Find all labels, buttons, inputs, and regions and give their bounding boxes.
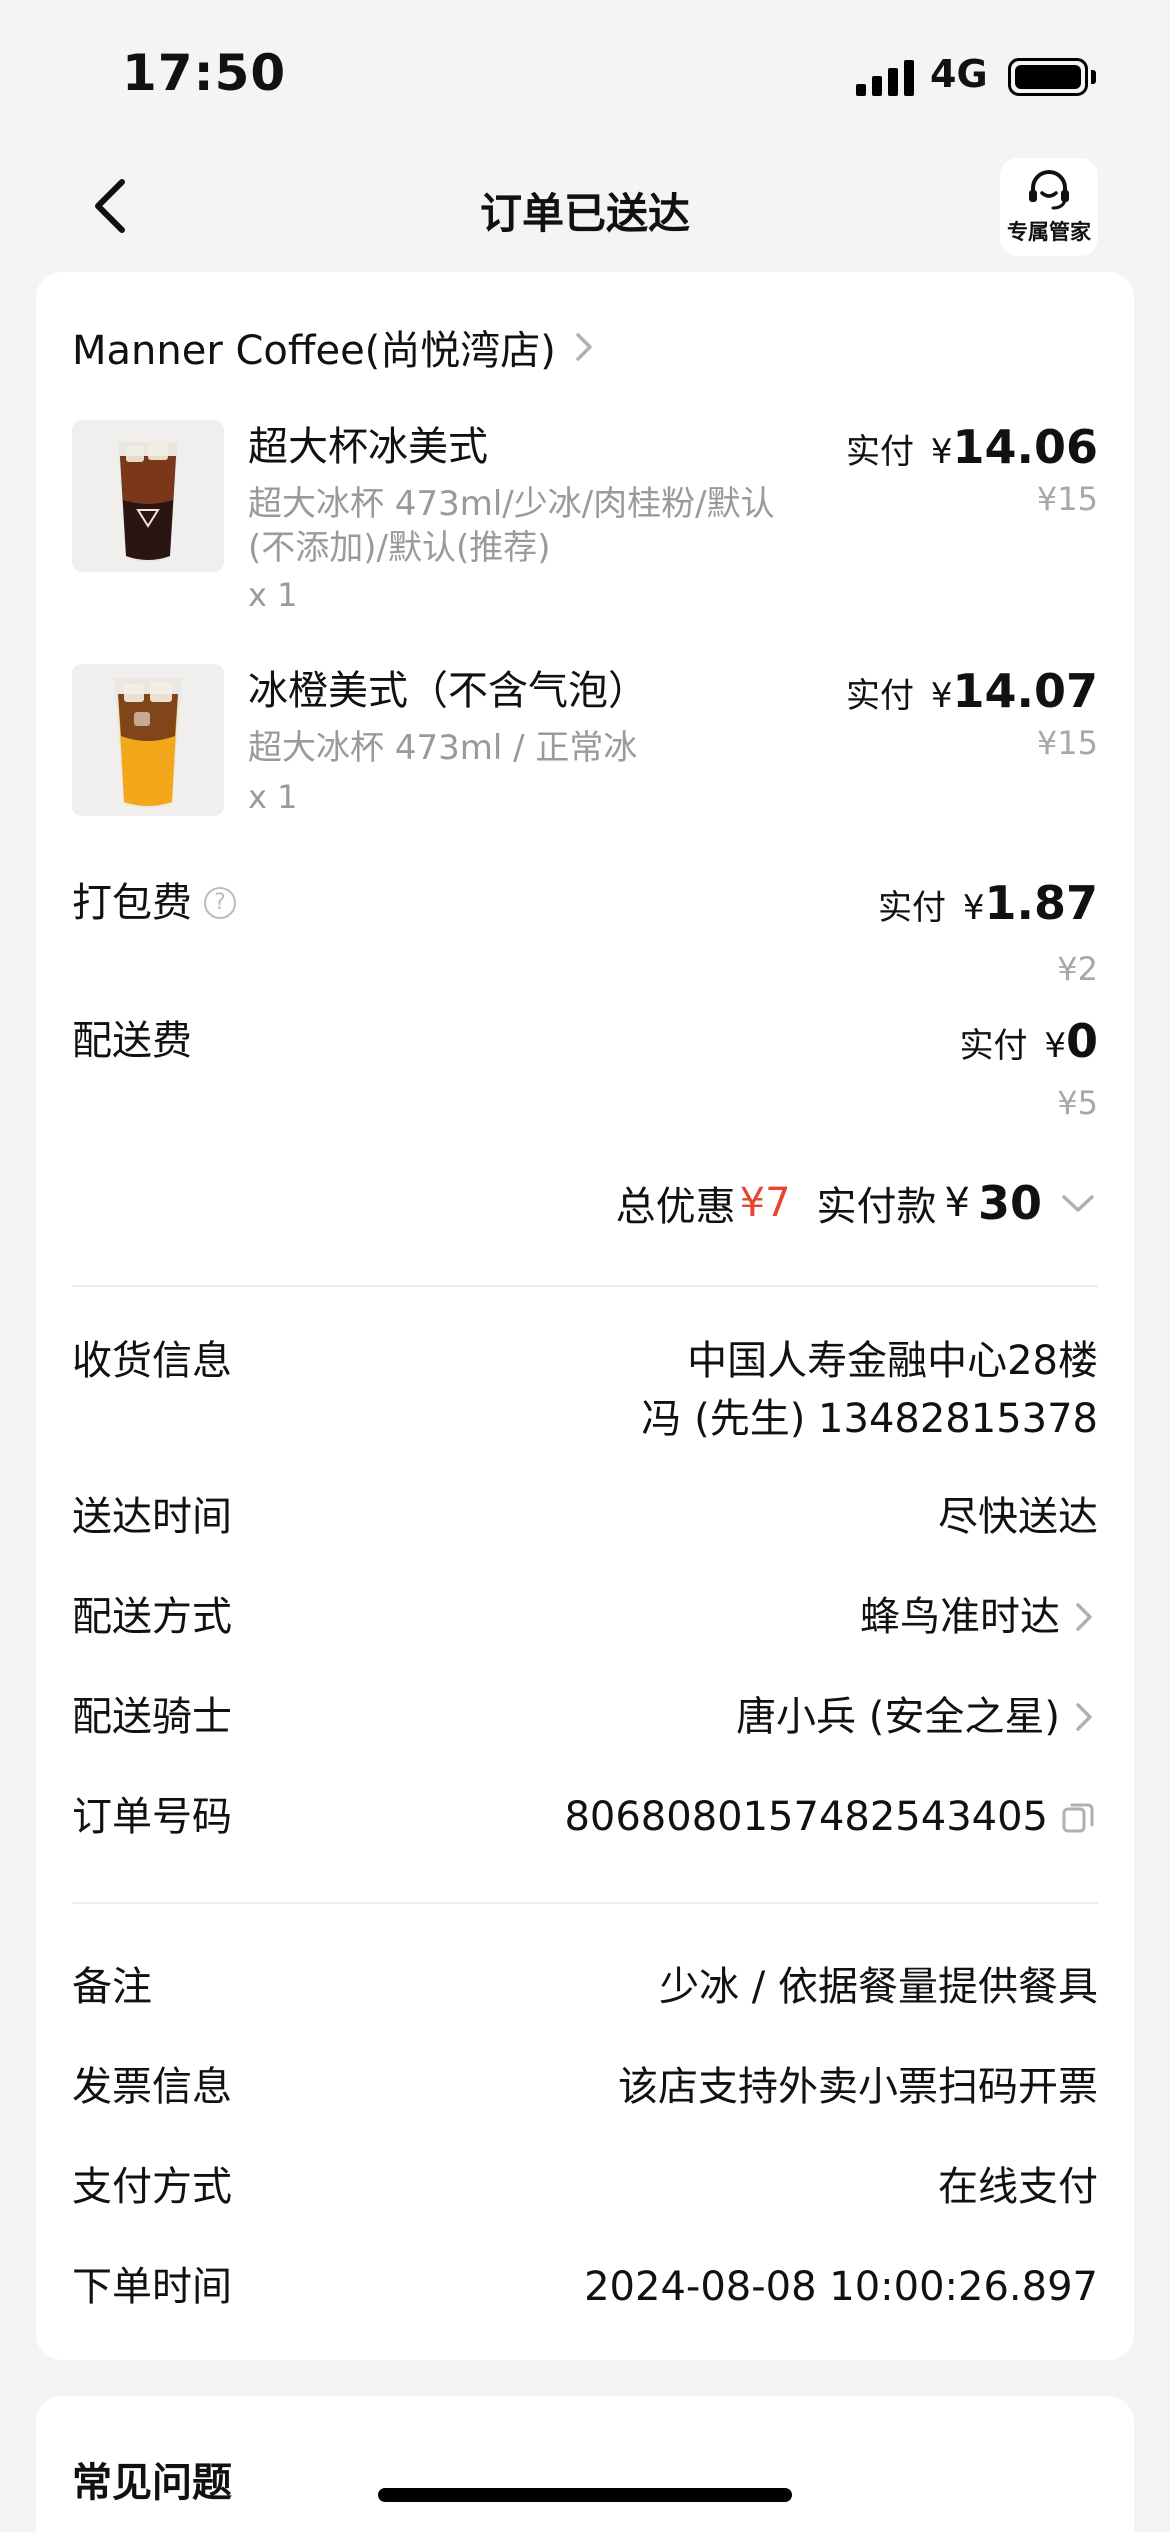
status-time: 17:50 [122, 44, 287, 102]
contact: 冯 (先生) 13482815378 [641, 1396, 1098, 1442]
info-value: 少冰 / 依据餐量提供餐具 [659, 1964, 1098, 2010]
order-item[interactable]: 超大杯冰美式 超大冰杯 473ml/少冰/肉桂粉/默认(不添加)/默认(推荐) … [72, 420, 1098, 620]
item-price: 实付 ¥14.07 ¥15 [846, 664, 1098, 763]
butler-button[interactable]: 专属管家 [1000, 158, 1098, 256]
faq-title: 常见问题 [72, 2460, 232, 2506]
network-type: 4G [930, 52, 988, 96]
paid-label: 实付 [846, 676, 915, 716]
item-qty: x 1 [248, 778, 298, 816]
info-label: 配送骑士 [72, 1694, 232, 1740]
delivery-time-row: 送达时间 尽快送达 [72, 1488, 1098, 1548]
chevron-right-icon [1076, 1703, 1092, 1731]
invoice-row: 发票信息 该店支持外卖小票扫码开票 [72, 2058, 1098, 2118]
info-label: 下单时间 [72, 2264, 232, 2310]
total-summary[interactable]: 总优惠 ¥7 实付款 ¥ 30 [616, 1174, 1098, 1232]
order-card: Manner Coffee(尚悦湾店) 超大杯冰美式 超大冰杯 473ml/少冰… [36, 272, 1134, 2360]
info-value: 8068080157482543405 [564, 1788, 1098, 1846]
note-row: 备注 少冰 / 依据餐量提供餐具 [72, 1958, 1098, 2018]
currency: ¥ [962, 888, 985, 928]
currency: ¥ [944, 1180, 970, 1226]
original-price: ¥15 [1036, 480, 1098, 518]
info-label: 配送方式 [72, 1594, 232, 1640]
address: 中国人寿金融中心28楼 [687, 1338, 1098, 1384]
info-label: 订单号码 [72, 1794, 232, 1840]
discount-label: 总优惠 [615, 1184, 736, 1230]
fee-price: 实付 ¥0 ¥5 [960, 1014, 1098, 1123]
butler-label: 专属管家 [1007, 220, 1091, 244]
signal-icon [856, 60, 914, 96]
info-label: 备注 [72, 1964, 152, 2010]
info-value: 尽快送达 [938, 1494, 1098, 1540]
battery-icon [1008, 58, 1088, 96]
order-time-row: 下单时间 2024-08-08 10:00:26.897 [72, 2258, 1098, 2318]
headset-icon [1029, 170, 1069, 210]
iced-orange-americano-image [72, 664, 224, 816]
chevron-right-icon [576, 333, 592, 361]
iced-americano-image [72, 420, 224, 572]
divider [72, 1902, 1098, 1904]
rider-row[interactable]: 配送骑士 唐小兵 (安全之星) [72, 1688, 1098, 1748]
address-row: 收货信息 中国人寿金融中心28楼 冯 (先生) 13482815378 [72, 1332, 1098, 1452]
paid-amount: 14.06 [952, 420, 1098, 474]
rider-name: 唐小兵 (安全之星) [736, 1694, 1060, 1740]
item-name: 冰橙美式（不含气泡） [248, 668, 648, 714]
back-button[interactable] [82, 174, 146, 238]
info-value: 蜂鸟准时达 [860, 1588, 1098, 1646]
faq-card: 常见问题 [36, 2396, 1134, 2532]
order-number: 8068080157482543405 [564, 1794, 1048, 1840]
currency: ¥ [1044, 1026, 1066, 1066]
nav-bar: 订单已送达 专属管家 [0, 150, 1170, 270]
fee-price: 实付 ¥1.87 ¥2 [878, 876, 1098, 989]
payment-row: 支付方式 在线支付 [72, 2158, 1098, 2218]
paid-amount: 0 [1065, 1014, 1098, 1068]
total-paid-amount: 30 [977, 1176, 1042, 1230]
info-value: 2024-08-08 10:00:26.897 [584, 2264, 1098, 2310]
paid-label: 实付 [846, 432, 915, 472]
chevron-right-icon [1076, 1603, 1092, 1631]
info-value: 中国人寿金融中心28楼 冯 (先生) 13482815378 [641, 1332, 1098, 1448]
discount-amount: ¥7 [739, 1180, 791, 1226]
info-label: 支付方式 [72, 2164, 232, 2210]
order-number-row: 订单号码 8068080157482543405 [72, 1788, 1098, 1848]
original-price: ¥5 [1057, 1084, 1098, 1122]
battery-tip [1091, 70, 1096, 84]
paid-label: 实付 [959, 1026, 1028, 1066]
paid-amount: 1.87 [984, 876, 1099, 930]
fee-label: 配送费 [72, 1018, 192, 1064]
order-item[interactable]: 冰橙美式（不含气泡） 超大冰杯 473ml / 正常冰 x 1 实付 ¥14.0… [72, 664, 1098, 824]
copy-icon[interactable] [1058, 1797, 1098, 1837]
page-title: 订单已送达 [479, 189, 690, 238]
info-value: 该店支持外卖小票扫码开票 [618, 2064, 1098, 2110]
currency: ¥ [930, 676, 953, 716]
item-spec: 超大冰杯 473ml/少冰/肉桂粉/默认(不添加)/默认(推荐) [248, 484, 775, 568]
info-label: 发票信息 [72, 2064, 232, 2110]
paid-amount: 14.07 [952, 664, 1098, 718]
original-price: ¥15 [1036, 724, 1098, 762]
original-price: ¥2 [1057, 950, 1098, 988]
chevron-left-icon [95, 179, 125, 233]
fee-label: 打包费 [72, 880, 192, 926]
help-icon[interactable]: ? [204, 887, 236, 919]
store-link[interactable]: Manner Coffee(尚悦湾店) [72, 322, 598, 374]
status-bar: 17:50 4G [0, 0, 1170, 150]
info-label: 收货信息 [72, 1338, 232, 1384]
item-price: 实付 ¥14.06 ¥15 [846, 420, 1098, 519]
item-qty: x 1 [248, 576, 298, 614]
store-name: Manner Coffee(尚悦湾店) [72, 328, 556, 374]
info-value: 唐小兵 (安全之星) [736, 1688, 1098, 1746]
item-spec: 超大冰杯 473ml / 正常冰 [248, 728, 638, 768]
chevron-down-icon [1062, 1195, 1094, 1212]
currency: ¥ [930, 432, 953, 472]
info-value: 在线支付 [938, 2164, 1098, 2210]
home-indicator[interactable] [378, 2488, 792, 2502]
paid-label: 实付 [878, 888, 947, 928]
info-label: 送达时间 [72, 1494, 232, 1540]
delivery-method: 蜂鸟准时达 [860, 1594, 1060, 1640]
delivery-method-row[interactable]: 配送方式 蜂鸟准时达 [72, 1588, 1098, 1648]
total-paid-label: 实付款 [816, 1184, 937, 1230]
divider [72, 1285, 1098, 1287]
item-name: 超大杯冰美式 [248, 424, 488, 470]
